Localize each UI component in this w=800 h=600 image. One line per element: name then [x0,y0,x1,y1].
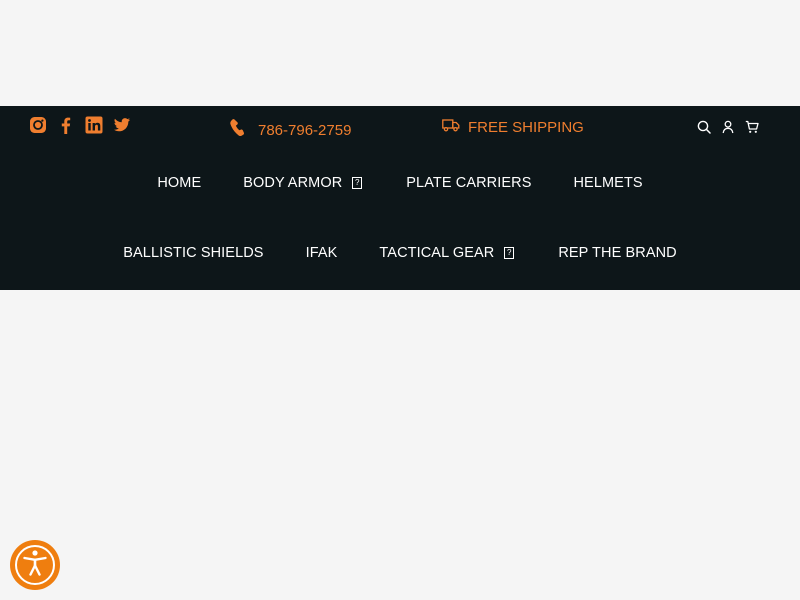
truck-icon [442,118,460,136]
instagram-icon[interactable] [29,116,47,134]
phone-link[interactable]: 786-796-2759 [230,118,351,142]
search-icon[interactable] [697,120,711,134]
nav-ifak[interactable]: IFAK [306,245,338,261]
nav-ballistic-shields[interactable]: BALLISTIC SHIELDS [123,245,263,261]
accessibility-button[interactable] [10,540,60,590]
nav-home[interactable]: HOME [157,175,201,191]
free-shipping-link[interactable]: FREE SHIPPING [442,118,584,136]
social-links [29,116,131,134]
twitter-icon[interactable] [113,116,131,134]
main-nav-row-1: HOME BODY ARMOR ? PLATE CARRIERS HELMETS [0,175,800,191]
dropdown-icon: ? [504,247,515,259]
nav-tactical-gear[interactable]: TACTICAL GEAR ? [379,245,515,261]
dropdown-icon: ? [352,177,363,189]
nav-tactical-gear-label: TACTICAL GEAR [379,245,495,261]
nav-body-armor-label: BODY ARMOR [243,175,343,191]
accessibility-icon [22,549,48,582]
nav-rep-the-brand[interactable]: REP THE BRAND [558,245,676,261]
linkedin-icon[interactable] [85,116,103,134]
phone-icon [230,118,248,142]
nav-plate-carriers[interactable]: PLATE CARRIERS [406,175,531,191]
cart-icon[interactable] [745,120,759,134]
nav-body-armor[interactable]: BODY ARMOR ? [243,175,363,191]
utility-icons [697,120,759,134]
main-nav-row-2: BALLISTIC SHIELDS IFAK TACTICAL GEAR ? R… [0,245,800,261]
facebook-icon[interactable] [57,116,75,134]
accessibility-icon-ring [15,545,55,585]
account-icon[interactable] [721,120,735,134]
nav-helmets[interactable]: HELMETS [573,175,642,191]
free-shipping-text: FREE SHIPPING [468,118,584,136]
phone-number: 786-796-2759 [258,121,352,139]
